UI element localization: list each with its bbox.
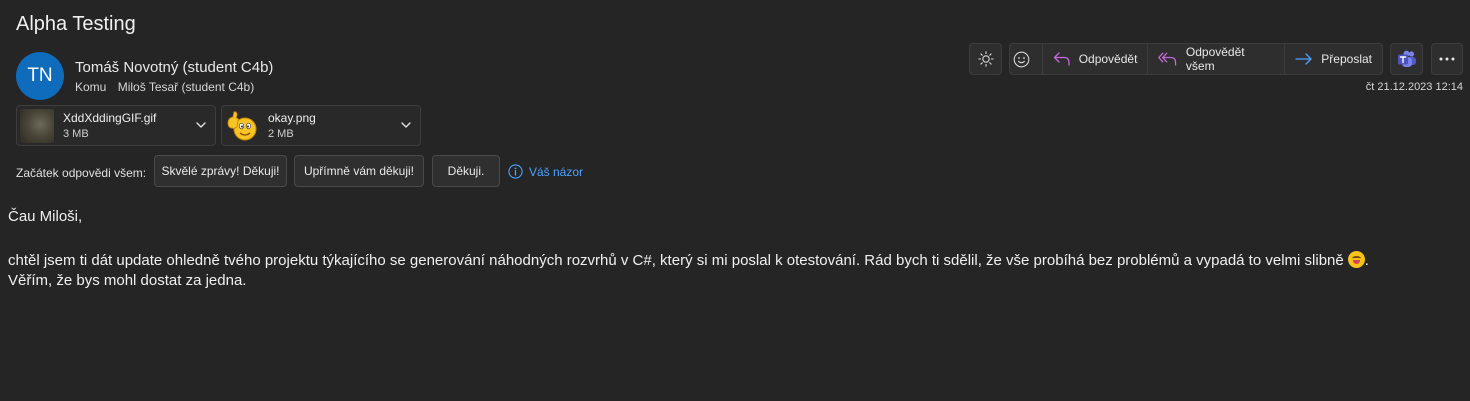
attachment-gif[interactable]: XddXddingGIF.gif 3 MB — [16, 105, 216, 146]
sender-name[interactable]: Tomáš Novotný (student C4b) — [75, 59, 273, 76]
info-icon — [508, 164, 523, 179]
body-greeting: Čau Miloši, — [8, 208, 83, 225]
to-label: Komu — [75, 80, 107, 94]
recipients-line: Komu Miloš Tesař (student C4b) — [75, 80, 254, 94]
attachment-size: 3 MB — [63, 128, 89, 140]
sun-icon — [977, 51, 994, 67]
attachment-thumbnail — [20, 108, 54, 143]
attachment-name: okay.png — [268, 111, 316, 125]
theme-toggle-button[interactable] — [969, 43, 1002, 75]
forward-button[interactable]: Přeposlat — [1285, 44, 1382, 74]
teams-icon — [1397, 50, 1416, 67]
reply-all-icon — [1158, 52, 1177, 66]
suggested-reply-button[interactable]: Děkuji. — [432, 155, 500, 187]
chevron-down-icon[interactable] — [195, 119, 207, 131]
suggested-replies: Začátek odpovědi všem: Skvělé zprávy! Dě… — [0, 155, 700, 188]
suggested-reply-button[interactable]: Upřímně vám děkuji! — [294, 155, 424, 187]
sender-avatar[interactable]: TN — [16, 52, 64, 100]
feedback-label: Váš názor — [529, 164, 584, 179]
attachment-name: XddXddingGIF.gif — [63, 111, 157, 125]
reply-actions-group: Odpovědět Odpovědět všem Přeposlat — [1009, 43, 1383, 75]
body-line: chtěl jsem ti dát update ohledně tvého p… — [8, 252, 1344, 269]
more-icon — [1439, 57, 1455, 61]
attachment-size: 2 MB — [268, 128, 294, 140]
feedback-link[interactable]: Váš názor — [508, 164, 583, 179]
chevron-down-icon[interactable] — [400, 119, 412, 131]
email-subject: Alpha Testing — [16, 13, 136, 35]
body-paragraph: chtěl jsem ti dát update ohledně tvého p… — [8, 251, 1369, 269]
body-line-end: . — [1364, 252, 1369, 269]
reply-all-label: Odpovědět všem — [1185, 45, 1245, 73]
reaction-button[interactable] — [1010, 44, 1043, 74]
more-actions-button[interactable] — [1431, 43, 1463, 75]
sent-date: čt 21.12.2023 12:14 — [1365, 81, 1463, 93]
reply-button[interactable]: Odpovědět — [1043, 44, 1149, 74]
reply-label: Odpovědět — [1078, 52, 1138, 66]
forward-label: Přeposlat — [1321, 52, 1372, 66]
suggested-replies-label: Začátek odpovědi všem: — [16, 166, 147, 180]
attachment-png[interactable]: okay.png 2 MB — [221, 105, 421, 146]
teams-button[interactable] — [1390, 43, 1423, 75]
suggested-reply-button[interactable]: Skvělé zprávy! Děkuji! — [154, 155, 287, 187]
emoji-icon — [1013, 51, 1030, 67]
thumbs-up-emoji-thumbnail — [227, 110, 257, 140]
body-line: Věřím, že bys mohl dostat za jedna. — [8, 272, 247, 289]
recipient-name[interactable]: Miloš Tesař (student C4b) — [118, 80, 255, 94]
reply-all-button[interactable]: Odpovědět všem — [1148, 44, 1286, 74]
reply-icon — [1053, 52, 1070, 66]
forward-icon — [1295, 53, 1312, 65]
tongue-emoji-icon — [1347, 251, 1365, 268]
